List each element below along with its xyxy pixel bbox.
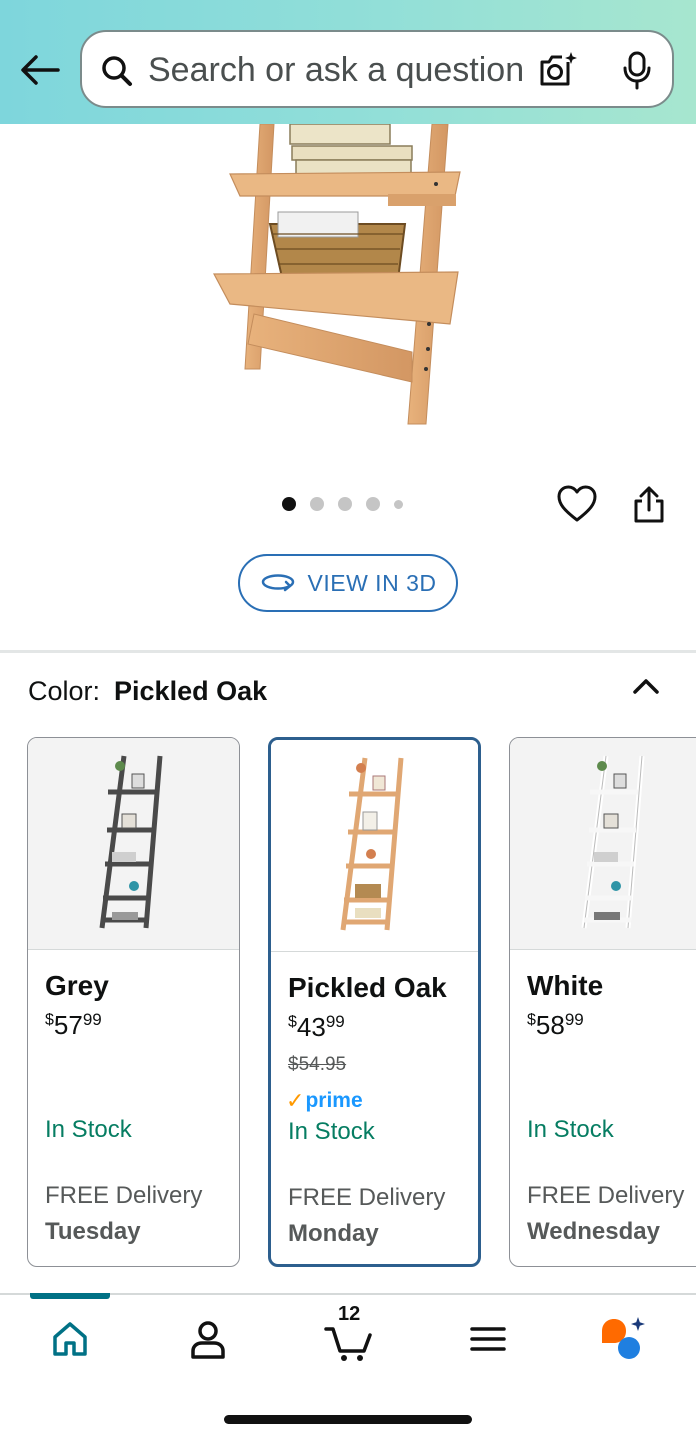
variant-thumbnail	[28, 738, 239, 950]
account-icon	[191, 1321, 225, 1359]
variant-price: $4399	[288, 1012, 345, 1042]
menu-icon	[470, 1327, 506, 1351]
carousel-dot[interactable]	[282, 497, 296, 511]
delivery-day: Tuesday	[45, 1218, 141, 1245]
camera-lens-icon[interactable]	[538, 50, 578, 90]
ladder-shelf-oak-image	[340, 757, 403, 931]
header-bar: Search or ask a question	[0, 0, 696, 124]
prime-check-icon: ✓	[286, 1088, 305, 1113]
ladder-shelf-grey-image	[99, 755, 162, 929]
variant-name: Pickled Oak	[288, 972, 447, 1003]
color-variant-list: Grey $5799 In Stock FREE Delivery Tuesda…	[27, 737, 696, 1267]
view-in-3d-button[interactable]: VIEW IN 3D	[238, 554, 458, 612]
carousel-dot[interactable]	[338, 497, 352, 511]
delivery-day: Monday	[288, 1220, 379, 1247]
variant-thumbnail	[510, 738, 696, 950]
heart-icon	[557, 485, 597, 522]
back-arrow-icon	[21, 55, 60, 85]
variant-card-pickled-oak[interactable]: Pickled Oak $4399 $54.95 ✓ prime In Stock…	[268, 737, 481, 1267]
delivery-label: FREE Delivery	[527, 1182, 685, 1209]
variant-name: White	[527, 970, 604, 1001]
rotate-3d-icon	[261, 574, 294, 592]
delivery-label: FREE Delivery	[288, 1184, 446, 1211]
image-carousel-dots[interactable]	[282, 496, 403, 512]
chevron-up-icon	[633, 679, 659, 694]
variant-list-price: $54.95	[288, 1054, 347, 1075]
color-selector-heading: Color: Pickled Oak	[28, 676, 267, 707]
active-tab-indicator	[30, 1293, 110, 1299]
delivery-label: FREE Delivery	[45, 1182, 203, 1209]
prime-badge: ✓ prime	[286, 1088, 363, 1113]
color-label: Color:	[28, 676, 101, 706]
search-box[interactable]: Search or ask a question	[80, 30, 674, 108]
section-divider	[0, 650, 696, 653]
variant-card-white[interactable]: White $5899 In Stock FREE Delivery Wedne…	[509, 737, 696, 1267]
variant-thumbnail	[271, 740, 478, 952]
collapse-button[interactable]	[630, 674, 662, 698]
back-button[interactable]	[18, 52, 62, 88]
variant-price: $5799	[45, 1010, 102, 1040]
share-icon	[634, 486, 664, 523]
stock-status: In Stock	[527, 1116, 614, 1143]
nav-rufus[interactable]	[598, 1315, 646, 1363]
ladder-shelf-white-image	[581, 755, 644, 929]
microphone-icon[interactable]	[620, 50, 654, 90]
product-image[interactable]	[200, 124, 490, 434]
stock-status: In Stock	[288, 1118, 375, 1145]
variant-name: Grey	[45, 970, 109, 1001]
home-icon	[53, 1322, 87, 1356]
carousel-dot[interactable]	[366, 497, 380, 511]
rufus-assistant-icon	[602, 1317, 645, 1359]
view-in-3d-label: VIEW IN 3D	[307, 569, 437, 596]
add-to-list-button[interactable]	[556, 484, 598, 524]
delivery-day: Wednesday	[527, 1218, 660, 1245]
carousel-dot[interactable]	[310, 497, 324, 511]
search-input[interactable]: Search or ask a question	[148, 50, 528, 90]
selected-color-value: Pickled Oak	[114, 676, 268, 706]
variant-card-grey[interactable]: Grey $5799 In Stock FREE Delivery Tuesda…	[27, 737, 240, 1267]
nav-home[interactable]	[46, 1315, 94, 1363]
system-home-indicator[interactable]	[224, 1415, 472, 1424]
carousel-dot[interactable]	[394, 499, 403, 509]
search-icon	[102, 56, 132, 86]
nav-account[interactable]	[184, 1315, 232, 1363]
nav-menu[interactable]	[464, 1315, 512, 1363]
share-button[interactable]	[632, 484, 666, 524]
variant-price: $5899	[527, 1010, 584, 1040]
stock-status: In Stock	[45, 1116, 132, 1143]
cart-count-badge: 12	[338, 1303, 361, 1325]
